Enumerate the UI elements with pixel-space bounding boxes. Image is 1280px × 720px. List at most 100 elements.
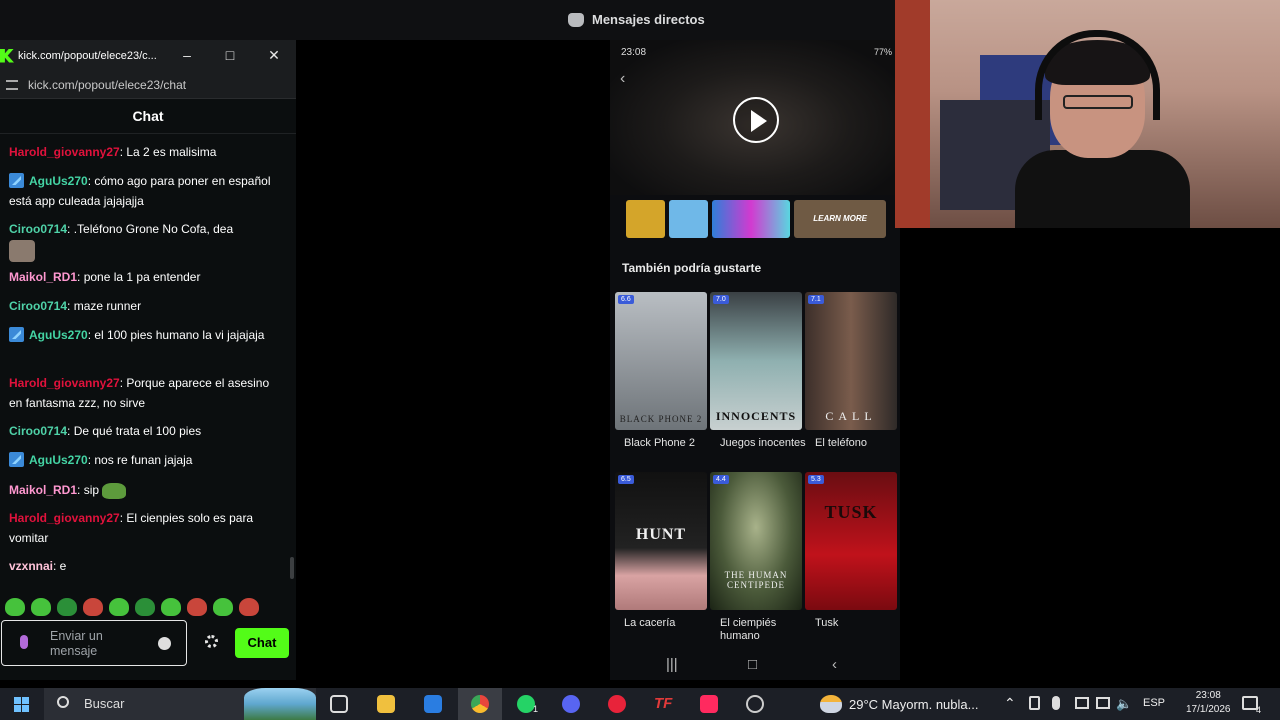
home-icon[interactable]: □ (748, 656, 757, 673)
show-hidden-icons[interactable]: ⌃ (1004, 695, 1016, 712)
browser-icon[interactable] (746, 695, 764, 713)
username[interactable]: AguUs270 (29, 453, 88, 467)
windows-start-icon[interactable] (14, 697, 29, 712)
section-title: También podría gustarte (622, 261, 762, 275)
movie-title[interactable]: El ciempiés humano (720, 617, 812, 643)
discord-icon (568, 12, 584, 27)
media-player-icon[interactable] (608, 695, 626, 713)
search-highlight-image (244, 688, 316, 720)
message-text: : nos re funan jajaja (87, 453, 193, 467)
emote-button[interactable] (109, 598, 129, 616)
webcam-background (895, 0, 930, 228)
taskbar-search[interactable]: Buscar (44, 688, 316, 720)
movie-poster[interactable]: 5.3 TUSK (805, 472, 897, 610)
username[interactable]: Harold_giovanny27 (9, 145, 120, 159)
store-icon[interactable] (424, 695, 442, 713)
network-icon[interactable] (1075, 697, 1089, 709)
volume-icon[interactable]: 🔈 (1116, 696, 1132, 712)
username[interactable]: Ciroo0714 (9, 424, 67, 438)
emoji-picker-icon[interactable] (158, 637, 171, 650)
clock-date: 17/1/2026 (1186, 704, 1231, 715)
username[interactable]: Maikol_RD1 (9, 483, 77, 497)
site-settings-icon[interactable] (6, 79, 18, 90)
display-icon[interactable] (1096, 697, 1110, 709)
chat-message: Ciroo0714: .Teléfono Grone No Cofa, dea (9, 220, 279, 262)
recent-apps-icon[interactable]: ||| (666, 656, 678, 673)
movie-poster[interactable]: 6.6 BLACK PHONE 2 (615, 292, 707, 430)
promo-banner[interactable]: LEARN MORE (626, 200, 887, 238)
tray-app-icon[interactable] (1029, 696, 1040, 710)
username[interactable]: vzxnnai (9, 559, 53, 573)
learn-more-label[interactable]: LEARN MORE (794, 200, 887, 238)
address-bar[interactable]: kick.com/popout/elece23/chat (0, 71, 296, 99)
movie-poster[interactable]: 7.1 CALL (805, 292, 897, 430)
phone-screen: 23:08 77% ‹ LEARN MORE También podría gu… (610, 40, 900, 680)
chat-settings-icon[interactable] (205, 635, 218, 648)
poster-title: TUSK (824, 502, 878, 522)
movie-title[interactable]: Tusk (815, 617, 900, 630)
send-chat-button[interactable]: Chat (235, 628, 289, 658)
clock[interactable]: 23:08 17/1/2026 (1186, 689, 1231, 717)
discord-header: Mensajes directos (0, 0, 895, 40)
notifications-count: 4 (1256, 705, 1262, 715)
back-arrow-icon[interactable]: ‹ (620, 70, 625, 88)
direct-messages-title[interactable]: Mensajes directos (568, 12, 705, 27)
emote-button[interactable] (57, 598, 77, 616)
movie-title[interactable]: Juegos inocentes (720, 437, 812, 450)
movie-title[interactable]: La cacería (624, 617, 716, 630)
window-title: kick.com/popout/elece23/c... (18, 49, 157, 62)
rating-badge: 7.1 (808, 295, 824, 304)
badge-icon (9, 173, 24, 188)
chat-message: vzxnnai: e (9, 557, 279, 577)
microphone-tray-icon[interactable] (1052, 696, 1060, 710)
microphone-icon[interactable] (20, 635, 28, 649)
tiktok-icon[interactable] (700, 695, 718, 713)
rating-badge: 6.5 (618, 475, 634, 484)
task-view-icon[interactable] (330, 695, 348, 713)
discord-taskbar-icon[interactable] (562, 695, 580, 713)
maximize-button[interactable]: □ (218, 46, 242, 66)
tf-app-icon[interactable]: TF (654, 695, 672, 713)
username[interactable]: AguUs270 (29, 174, 88, 188)
movie-poster[interactable]: 7.0 INNOCENTS (710, 292, 802, 430)
play-icon[interactable] (733, 97, 779, 143)
username[interactable]: Harold_giovanny27 (9, 376, 120, 390)
close-button[interactable]: ✕ (262, 46, 286, 66)
chat-messages: Harold_giovanny27: La 2 es malisima AguU… (0, 141, 296, 596)
file-explorer-icon[interactable] (377, 695, 395, 713)
emote-button[interactable] (161, 598, 181, 616)
username[interactable]: AguUs270 (29, 328, 88, 342)
emote-button[interactable] (213, 598, 233, 616)
chat-message-input[interactable]: Enviar un mensaje (1, 620, 187, 666)
message-text: : e (53, 559, 67, 573)
minimize-button[interactable]: – (175, 46, 199, 66)
video-player[interactable]: 23:08 77% ‹ (610, 40, 900, 195)
weather-icon[interactable] (820, 695, 842, 713)
nav-back-icon[interactable]: ‹ (832, 656, 837, 673)
movie-title[interactable]: Black Phone 2 (624, 437, 716, 450)
movie-poster[interactable]: 6.5 HUNT (615, 472, 707, 610)
emote-button[interactable] (31, 598, 51, 616)
direct-messages-label: Mensajes directos (592, 12, 705, 27)
promo-image (626, 200, 666, 238)
url-text: kick.com/popout/elece23/chat (28, 77, 187, 92)
username[interactable]: Maikol_RD1 (9, 270, 77, 284)
windows-taskbar: Buscar 1 TF 29°C Mayorm. nubla... ⌃ 🔈 ES… (0, 688, 1280, 720)
movie-poster[interactable]: 4.4 THE HUMAN CENTIPEDE (710, 472, 802, 610)
emote-button[interactable] (135, 598, 155, 616)
chat-message: Maikol_RD1: sip (9, 481, 279, 501)
weather-text[interactable]: 29°C Mayorm. nubla... (849, 697, 978, 712)
message-text: : sip (77, 483, 100, 497)
chrome-icon[interactable] (471, 695, 489, 713)
emote-button[interactable] (5, 598, 25, 616)
emote-button[interactable] (83, 598, 103, 616)
emote-button[interactable] (187, 598, 207, 616)
username[interactable]: Ciroo0714 (9, 222, 67, 236)
poster-title: CALL (825, 409, 877, 423)
username[interactable]: Ciroo0714 (9, 299, 67, 313)
username[interactable]: Harold_giovanny27 (9, 511, 120, 525)
language-indicator[interactable]: ESP (1143, 697, 1165, 709)
emote-button[interactable] (239, 598, 259, 616)
movie-title[interactable]: El teléfono (815, 437, 900, 450)
chat-scrollbar[interactable] (290, 557, 294, 579)
